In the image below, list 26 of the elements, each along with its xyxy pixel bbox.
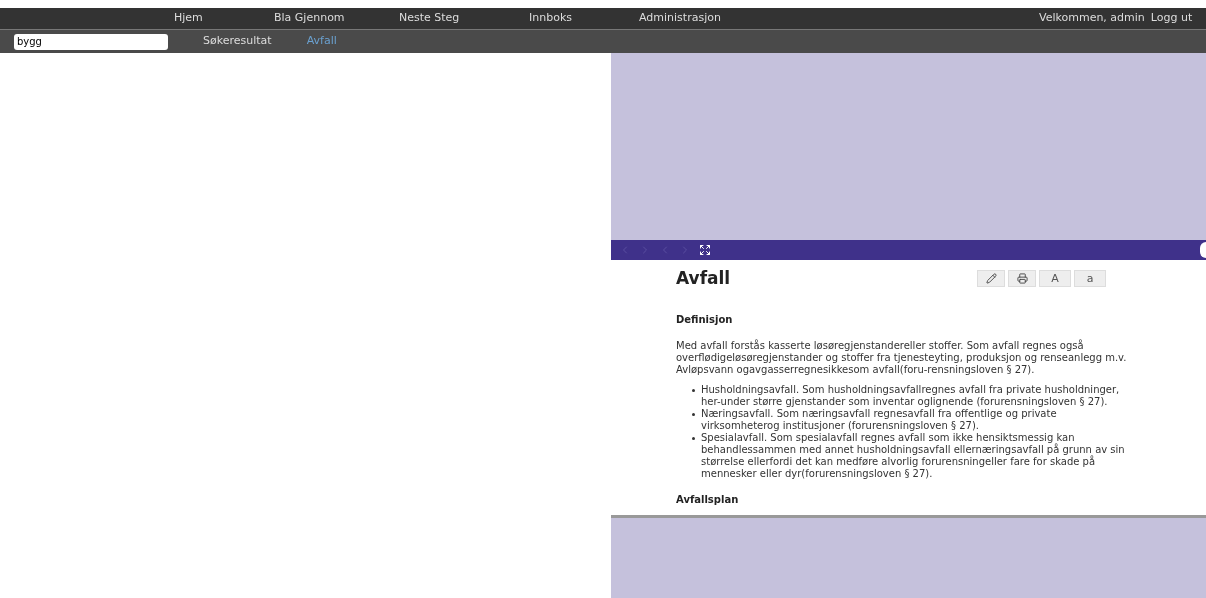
welcome-text: Velkommen, admin [1039, 10, 1145, 27]
printer-icon [1016, 273, 1028, 285]
nav-link[interactable]: Hjem [174, 11, 203, 25]
font-size-button[interactable]: A [1039, 270, 1071, 288]
bullet-icon [692, 388, 695, 392]
bullet-icon [692, 436, 695, 440]
pencil-icon [985, 273, 997, 285]
section-heading: Avfallsplan [676, 493, 740, 506]
nav-link[interactable]: Administrasjon [639, 11, 721, 25]
nav-link[interactable]: Bla Gjennom [274, 11, 345, 25]
paragraph: Med avfall forstås kasserte løsøregjenstandereller stoffer. Som avfall regnes også overflødigeløsøregjenstander og stoffer fra tjenesteyting, produksjon og renseanlegg m.v. Avløpsvann ogavgasserregnesikkesom avfall(foru-rensningsloven § 27). [676, 339, 1128, 376]
search-field[interactable]: bygg [14, 33, 168, 50]
fullscreen-icon[interactable] [699, 244, 711, 256]
font-size-button[interactable]: a [1074, 270, 1106, 288]
section-heading: Definisjon [676, 313, 734, 326]
breadcrumb-link[interactable]: Søkeresultat [203, 33, 272, 50]
logout-link[interactable]: Logg ut [1150, 10, 1193, 27]
article-title: Avfall [676, 267, 731, 290]
print-button[interactable] [1008, 270, 1036, 288]
list-item: Næringsavfall. Som næringsavfall regnesavfall fra offentlige og private virksomheterog institusjoner (forurensningsloven § 27). [701, 407, 1058, 432]
bullet-icon [692, 412, 695, 416]
edit-button[interactable] [977, 270, 1005, 288]
list-item: Spesialavfall. Som spesialavfall regnes avfall som ikke hensiktsmessig kan behandlessammen med annet husholdningsavfall ellernæringsavfall på grunn av sin størrelse ellerfordi det kan medføre alvorlig forurensningeller fare for skade på mennesker eller dyr(forurensningsloven § 27). [701, 431, 1126, 480]
nav-link[interactable]: Innboks [529, 11, 572, 25]
nav-link[interactable]: Neste Steg [399, 11, 460, 25]
list-item: Husholdningsavfall. Som husholdningsavfallregnes avfall fra private husholdninger, her-under større gjenstander som inventar oglignende (forurensningsloven § 27). [701, 383, 1121, 408]
